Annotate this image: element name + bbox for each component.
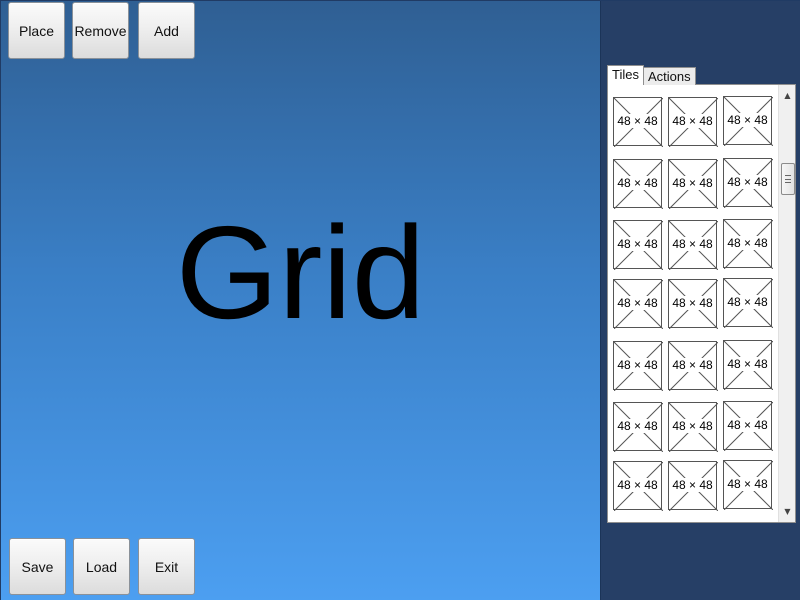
tile-item[interactable]: 48 × 48 — [668, 279, 718, 329]
tile-size-label: 48 × 48 — [726, 357, 769, 371]
tile-size-label: 48 × 48 — [671, 419, 714, 433]
tile-size-label: 48 × 48 — [616, 114, 659, 128]
tile-item[interactable]: 48 × 48 — [668, 220, 718, 270]
level-editor-window: Grid Place Remove Add Tiles Actions 48 ×… — [0, 0, 800, 600]
remove-button[interactable]: Remove — [72, 2, 129, 59]
tile-item[interactable]: 48 × 48 — [668, 159, 718, 209]
tile-item[interactable]: 48 × 48 — [613, 97, 663, 147]
tile-item[interactable]: 48 × 48 — [668, 97, 718, 147]
add-button[interactable]: Add — [138, 2, 195, 59]
grip-icon — [785, 175, 791, 183]
tile-item[interactable]: 48 × 48 — [668, 402, 718, 452]
tile-size-label: 48 × 48 — [726, 295, 769, 309]
tile-item[interactable]: 48 × 48 — [613, 220, 663, 270]
tile-item[interactable]: 48 × 48 — [723, 96, 773, 146]
tile-size-label: 48 × 48 — [726, 236, 769, 250]
load-button[interactable]: Load — [73, 538, 130, 595]
tile-item[interactable]: 48 × 48 — [613, 341, 663, 391]
grid-canvas[interactable]: Grid — [1, 1, 601, 600]
tile-scrollbar[interactable]: ▲ ▼ — [778, 85, 795, 522]
tile-item[interactable]: 48 × 48 — [668, 341, 718, 391]
exit-button[interactable]: Exit — [138, 538, 195, 595]
tile-item[interactable]: 48 × 48 — [723, 158, 773, 208]
place-button[interactable]: Place — [8, 2, 65, 59]
tile-panel: 48 × 48 48 × 48 48 × 48 48 × 48 48 × 48 — [607, 84, 796, 523]
tile-item[interactable]: 48 × 48 — [613, 159, 663, 209]
tile-size-label: 48 × 48 — [616, 358, 659, 372]
grid-placeholder-label: Grid — [175, 199, 426, 346]
tile-size-label: 48 × 48 — [671, 478, 714, 492]
tile-size-label: 48 × 48 — [671, 237, 714, 251]
tile-item[interactable]: 48 × 48 — [723, 219, 773, 269]
tab-actions[interactable]: Actions — [643, 67, 696, 85]
tile-size-label: 48 × 48 — [671, 358, 714, 372]
tile-size-label: 48 × 48 — [671, 176, 714, 190]
tile-item[interactable]: 48 × 48 — [723, 340, 773, 390]
tile-size-label: 48 × 48 — [616, 478, 659, 492]
tile-size-label: 48 × 48 — [616, 176, 659, 190]
tile-size-label: 48 × 48 — [726, 418, 769, 432]
tile-item[interactable]: 48 × 48 — [613, 402, 663, 452]
tile-size-label: 48 × 48 — [616, 296, 659, 310]
tile-item[interactable]: 48 × 48 — [723, 460, 773, 510]
tile-size-label: 48 × 48 — [616, 419, 659, 433]
tile-item[interactable]: 48 × 48 — [723, 401, 773, 451]
tile-size-label: 48 × 48 — [726, 175, 769, 189]
tile-size-label: 48 × 48 — [671, 114, 714, 128]
scroll-down-arrow-icon[interactable]: ▼ — [779, 503, 796, 520]
tile-item[interactable]: 48 × 48 — [613, 461, 663, 511]
save-button[interactable]: Save — [9, 538, 66, 595]
tile-item[interactable]: 48 × 48 — [668, 461, 718, 511]
tile-size-label: 48 × 48 — [616, 237, 659, 251]
tile-size-label: 48 × 48 — [726, 477, 769, 491]
tab-tiles[interactable]: Tiles — [607, 65, 644, 85]
tile-item[interactable]: 48 × 48 — [723, 278, 773, 328]
tile-grid: 48 × 48 48 × 48 48 × 48 48 × 48 48 × 48 — [608, 85, 776, 522]
tile-size-label: 48 × 48 — [726, 113, 769, 127]
tile-size-label: 48 × 48 — [671, 296, 714, 310]
scroll-thumb[interactable] — [781, 163, 795, 195]
tile-item[interactable]: 48 × 48 — [613, 279, 663, 329]
scroll-up-arrow-icon[interactable]: ▲ — [779, 87, 796, 104]
